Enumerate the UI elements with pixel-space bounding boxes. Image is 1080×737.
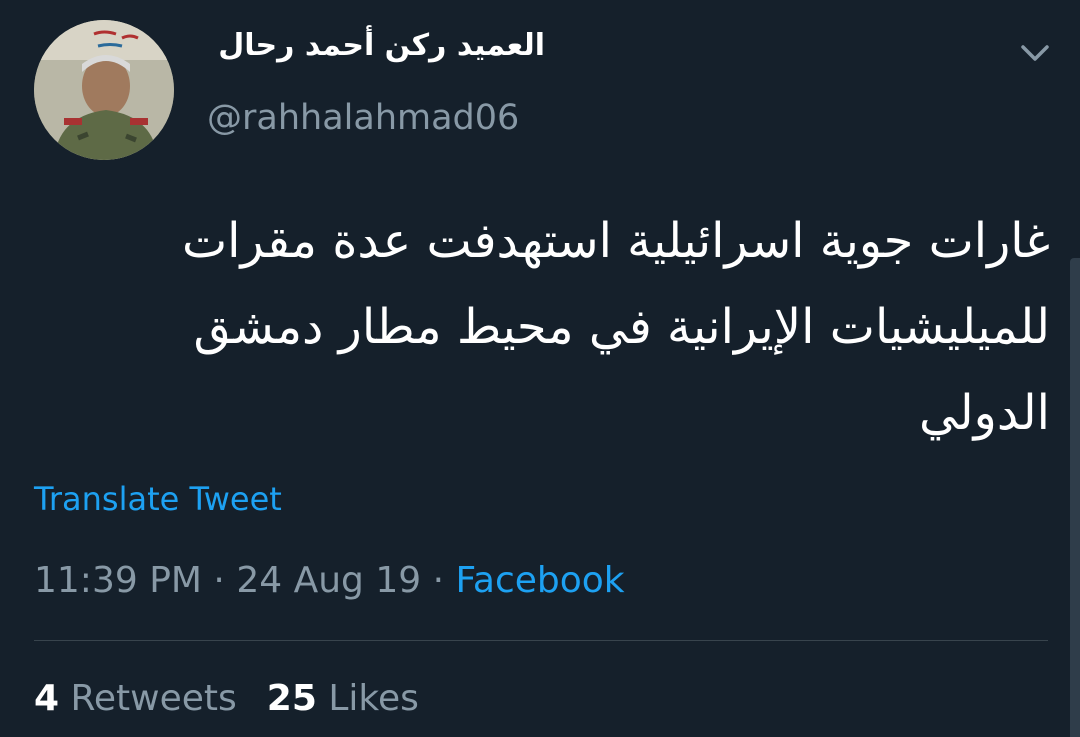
avatar[interactable]	[34, 20, 174, 160]
user-handle[interactable]: @rahhalahmad06	[207, 98, 519, 138]
meta-separator: ·	[432, 560, 445, 601]
retweets-stat[interactable]: 4 Retweets	[34, 678, 237, 719]
retweets-count: 4	[34, 678, 60, 719]
tweet-detail: العميد ركن أحمد رحال @rahhalahmad06 غارا…	[0, 0, 1080, 737]
likes-count: 25	[266, 678, 317, 719]
tweet-date: 24 Aug 19	[236, 560, 422, 601]
likes-stat[interactable]: 25 Likes	[267, 678, 419, 719]
tweet-metadata: 11:39 PM · 24 Aug 19 · Facebook	[34, 560, 625, 601]
tweet-source-link[interactable]: Facebook	[456, 560, 625, 601]
scrollbar[interactable]	[1070, 258, 1080, 737]
display-name[interactable]: العميد ركن أحمد رحال	[205, 28, 545, 63]
tweet-text: غارات جوية اسرائيلية استهدفت عدة مقرات ل…	[181, 213, 1050, 441]
retweets-label: Retweets	[70, 678, 237, 719]
chevron-down-icon[interactable]	[1018, 40, 1052, 66]
translate-tweet-link[interactable]: Translate Tweet	[34, 480, 282, 518]
profile-photo-icon	[34, 20, 174, 160]
divider	[34, 640, 1048, 641]
tweet-time: 11:39 PM	[34, 560, 202, 601]
meta-separator: ·	[213, 560, 225, 601]
likes-label: Likes	[328, 678, 419, 719]
tweet-stats: 4 Retweets 25 Likes	[34, 678, 419, 719]
